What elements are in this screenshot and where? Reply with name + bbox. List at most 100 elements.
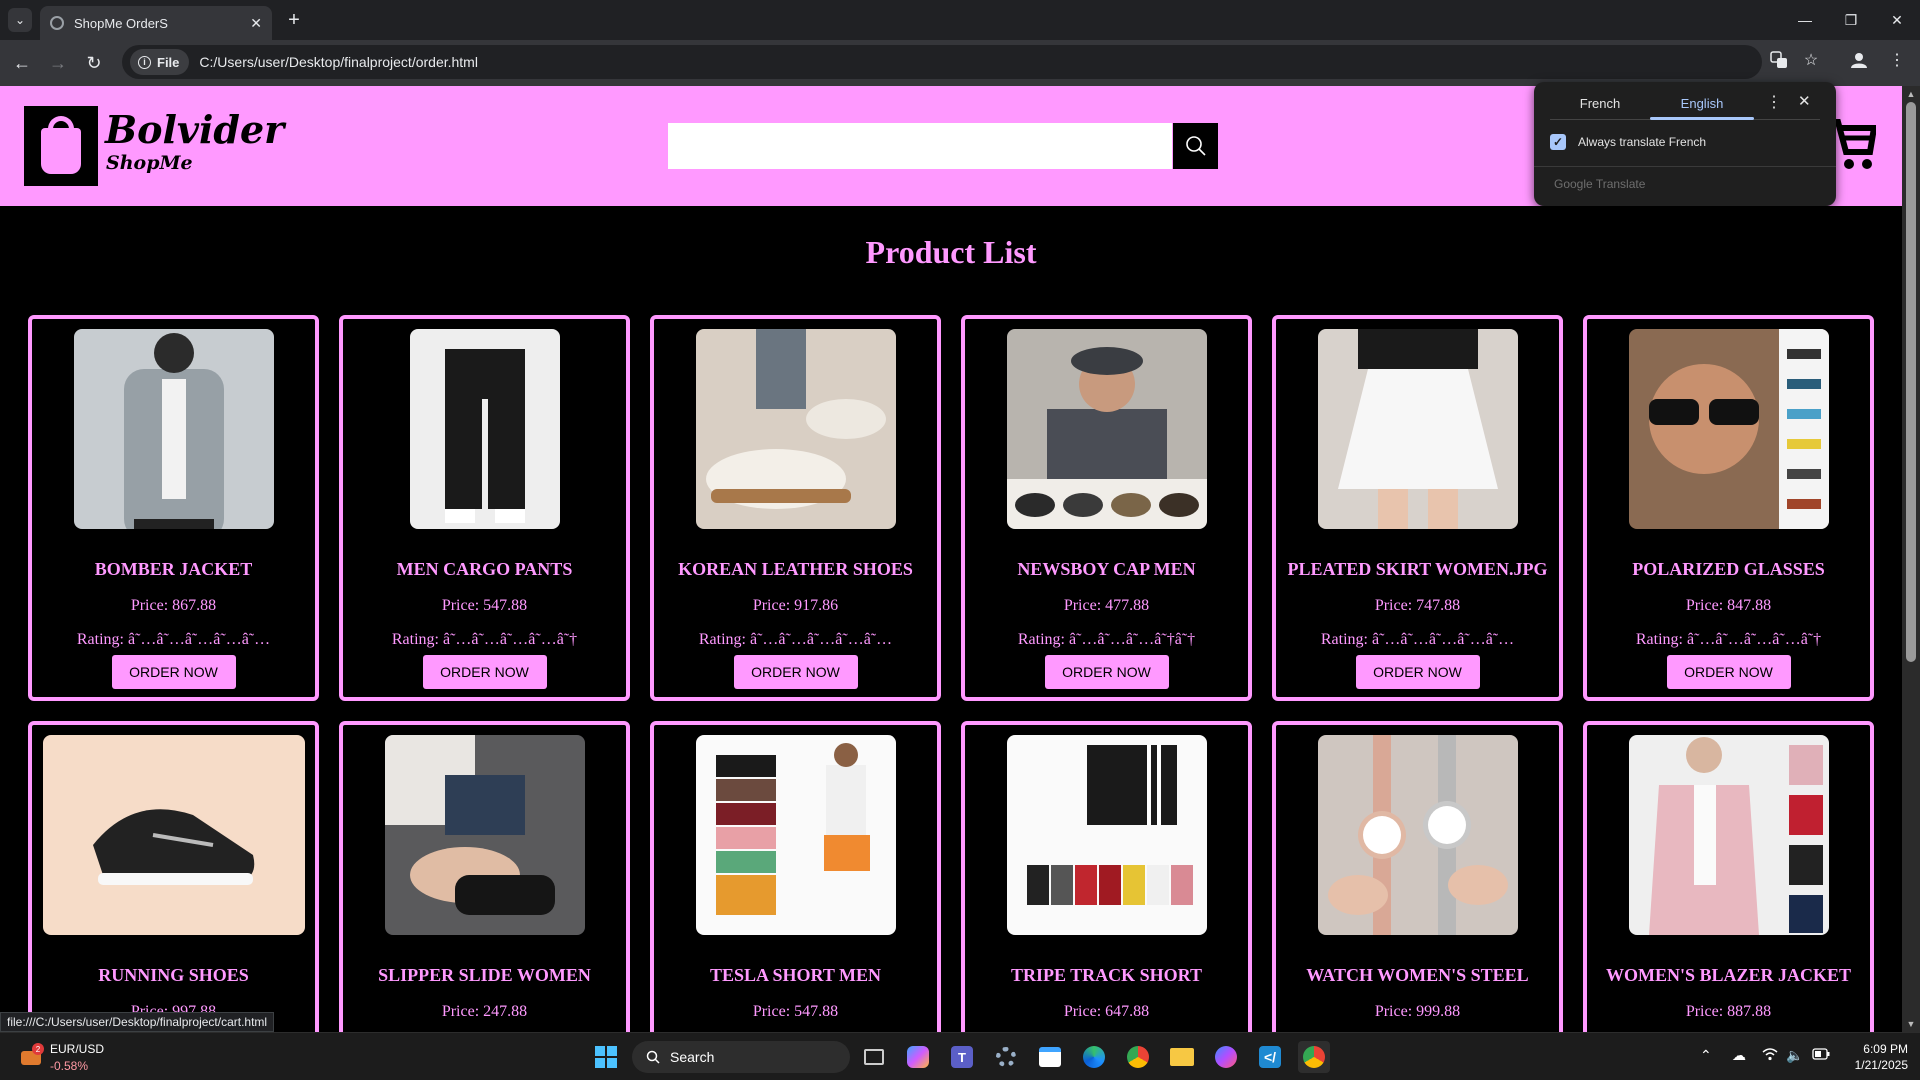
search-icon (646, 1050, 660, 1064)
tray-overflow-icon[interactable]: ⌃ (1700, 1047, 1712, 1064)
product-image-slipper-slide-women[interactable] (384, 735, 585, 935)
order-now-button[interactable]: ORDER NOW (733, 655, 858, 689)
more-options-icon[interactable]: ⋮ (1766, 92, 1782, 112)
browser-menu-icon[interactable]: ⋮ (1886, 49, 1908, 71)
order-now-button[interactable]: ORDER NOW (422, 655, 547, 689)
product-image-running-shoes[interactable] (42, 735, 305, 935)
search-icon (1185, 136, 1206, 156)
translate-tab-target[interactable]: English (1652, 96, 1752, 111)
product-image-pleated-skirt-women[interactable] (1317, 329, 1518, 529)
browser-tab-strip: ⌄ ShopMe OrderS ✕ + — ❐ ✕ (0, 0, 1920, 40)
windows-start-icon[interactable] (590, 1041, 622, 1073)
product-image-bomber-jacket[interactable] (73, 329, 274, 529)
browser-toolbar: ← → ↻ i File C:/Users/user/Desktop/final… (0, 40, 1920, 86)
taskbar: 2 EUR/USD -0.58% Search T </ ⌃ ☁ 🔈 6:09 … (0, 1032, 1920, 1080)
product-price: Price: 547.88 (441, 597, 528, 614)
battery-icon[interactable] (1812, 1047, 1830, 1063)
active-tab-indicator (1650, 117, 1754, 120)
product-card: MEN CARGO PANTS Price: 547.88 Rating: â˜… (339, 315, 630, 701)
site-info-chip[interactable]: i File (130, 49, 190, 75)
info-icon: i (138, 55, 151, 69)
order-now-button[interactable]: ORDER NOW (1666, 655, 1791, 689)
store-icon[interactable] (1034, 1041, 1066, 1073)
new-tab-icon[interactable]: + (282, 8, 306, 32)
ticker-symbol[interactable]: EUR/USD (50, 1042, 104, 1056)
product-name: MEN CARGO PANTS (396, 559, 573, 579)
product-rating: Rating: â˜…â˜…â˜…â˜…â˜… (1320, 631, 1515, 648)
product-rating: Rating: â˜…â˜…â˜…â˜…â˜… (698, 631, 893, 648)
bookmark-star-icon[interactable]: ☆ (1800, 49, 1822, 71)
translate-popup: French English ⋮ ✕ ✓ Always translate Fr… (1534, 82, 1836, 206)
page-viewport: Bolvider ShopMe Product List BOMBER JACK… (0, 86, 1902, 1032)
scroll-down-icon[interactable]: ▼ (1902, 1016, 1920, 1032)
stock-widget-icon[interactable]: 2 (18, 1043, 44, 1069)
product-image-polarized-glasses[interactable] (1628, 329, 1829, 529)
url-text[interactable]: C:/Users/user/Desktop/finalproject/order… (199, 54, 478, 70)
product-card: BOMBER JACKET Price: 867.88 Rating: â˜…â… (28, 315, 319, 701)
product-price: Price: 747.88 (1374, 597, 1461, 614)
product-image-newsboy-cap-men[interactable] (1006, 329, 1207, 529)
wifi-icon[interactable] (1762, 1047, 1778, 1064)
product-name: TRIPE TRACK SHORT (1010, 965, 1203, 985)
product-price: Price: 247.88 (441, 1003, 528, 1020)
always-translate-checkbox[interactable]: ✓ (1550, 134, 1566, 150)
product-card: WOMEN'S BLAZER JACKET Price: 887.88 ORDE… (1583, 721, 1874, 1032)
profile-icon[interactable] (1848, 49, 1870, 71)
logo[interactable] (24, 106, 98, 186)
settings-icon[interactable] (990, 1041, 1022, 1073)
search-input[interactable] (668, 123, 1172, 169)
product-name: BOMBER JACKET (94, 559, 253, 579)
tab-title: ShopMe OrderS (74, 15, 168, 31)
task-view-icon[interactable] (858, 1041, 890, 1073)
minimize-icon[interactable]: — (1790, 8, 1820, 32)
product-image-watch-womens-steel[interactable] (1317, 735, 1518, 935)
tab-search-icon[interactable]: ⌄ (8, 8, 32, 32)
product-card: SLIPPER SLIDE WOMEN Price: 247.88 ORDER … (339, 721, 630, 1032)
order-now-button[interactable]: ORDER NOW (111, 655, 236, 689)
messenger-icon[interactable] (1210, 1041, 1242, 1073)
product-image-men-cargo-pants[interactable] (409, 329, 560, 529)
product-card: NEWSBOY CAP MEN Price: 477.88 Rating: â˜… (961, 315, 1252, 701)
restore-icon[interactable]: ❐ (1836, 8, 1866, 32)
product-image-korean-leather-shoes[interactable] (695, 329, 896, 529)
product-card: POLARIZED GLASSES Price: 847.88 Rating: … (1583, 315, 1874, 701)
teams-icon[interactable]: T (946, 1041, 978, 1073)
status-bar-url: file:///C:/Users/user/Desktop/finalproje… (0, 1012, 275, 1032)
tab-close-icon[interactable]: ✕ (250, 15, 262, 32)
chrome-profile-icon[interactable] (1122, 1041, 1154, 1073)
chrome-icon[interactable] (1298, 1041, 1330, 1073)
vscode-icon[interactable]: </ (1254, 1041, 1286, 1073)
taskbar-search-label: Search (670, 1049, 715, 1065)
product-price: Price: 477.88 (1063, 597, 1150, 614)
browser-tab[interactable]: ShopMe OrderS ✕ (40, 6, 272, 40)
product-image-womens-blazer-jacket[interactable] (1628, 735, 1829, 935)
volume-icon[interactable]: 🔈 (1786, 1047, 1803, 1064)
window-close-icon[interactable]: ✕ (1882, 8, 1912, 32)
back-icon[interactable]: ← (10, 51, 34, 75)
order-now-button[interactable]: ORDER NOW (1355, 655, 1480, 689)
onedrive-icon[interactable]: ☁ (1732, 1047, 1746, 1064)
product-card: KOREAN LEATHER SHOES Price: 917.86 Ratin… (650, 315, 941, 701)
edge-icon[interactable] (1078, 1041, 1110, 1073)
translate-icon[interactable] (1768, 49, 1790, 71)
scroll-up-icon[interactable]: ▲ (1902, 86, 1920, 102)
product-card: TRIPE TRACK SHORT Price: 647.88 ORDER NO… (961, 721, 1252, 1032)
close-icon[interactable]: ✕ (1798, 92, 1811, 110)
copilot-icon[interactable] (902, 1041, 934, 1073)
address-bar[interactable]: i File C:/Users/user/Desktop/finalprojec… (122, 45, 1762, 79)
reload-icon[interactable]: ↻ (82, 51, 106, 75)
file-explorer-icon[interactable] (1166, 1041, 1198, 1073)
order-now-button[interactable]: ORDER NOW (1044, 655, 1169, 689)
product-rating: Rating: â˜…â˜…â˜…â˜…â˜… (76, 631, 271, 648)
taskbar-search[interactable]: Search (632, 1041, 850, 1073)
product-image-tesla-short-men[interactable] (695, 735, 896, 935)
scroll-thumb[interactable] (1906, 102, 1916, 662)
forward-icon[interactable]: → (46, 51, 70, 75)
taskbar-clock[interactable]: 6:09 PM 1/21/2025 (1838, 1041, 1908, 1073)
always-translate-label[interactable]: Always translate French (1578, 135, 1706, 149)
product-image-tripe-track-short[interactable] (1006, 735, 1207, 935)
translate-tab-source[interactable]: French (1550, 96, 1650, 111)
search-button[interactable] (1173, 123, 1218, 169)
page-scrollbar[interactable]: ▲ ▼ (1902, 86, 1920, 1032)
product-price: Price: 917.86 (752, 597, 839, 614)
